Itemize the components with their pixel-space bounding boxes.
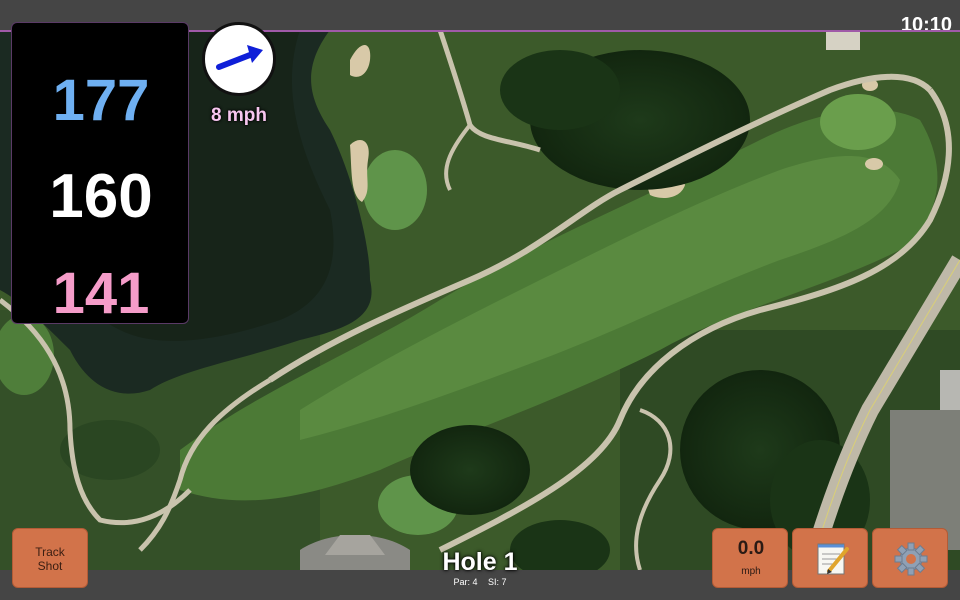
- wind-speed-button[interactable]: 0.0 mph: [712, 528, 788, 588]
- settings-button[interactable]: [872, 528, 948, 588]
- notes-button[interactable]: [792, 528, 868, 588]
- wind-direction-dial: [202, 22, 276, 96]
- hole-title: Hole 1: [442, 548, 518, 576]
- wind-arrow-icon: [216, 45, 263, 70]
- wind-speed-value: 0.0: [737, 538, 765, 559]
- track-shot-label-line1: Track: [35, 545, 65, 559]
- notepad-icon: [817, 543, 849, 575]
- distance-panel: 177 160 141: [11, 22, 189, 326]
- distance-back: 177: [52, 68, 150, 133]
- distance-front: 141: [52, 261, 150, 326]
- hole-par: Par: 4: [453, 577, 478, 587]
- hole-stroke-index: SI: 7: [488, 577, 507, 587]
- wind-speed-unit: mph: [741, 566, 761, 577]
- wind-speed-label: 8 mph: [211, 105, 267, 126]
- distance-middle: 160: [49, 162, 153, 231]
- track-shot-button[interactable]: Track Shot: [12, 528, 88, 588]
- hole-details: Par: 4 SI: 7: [380, 577, 580, 587]
- gear-icon: [894, 542, 928, 576]
- track-shot-label-line2: Shot: [37, 559, 63, 573]
